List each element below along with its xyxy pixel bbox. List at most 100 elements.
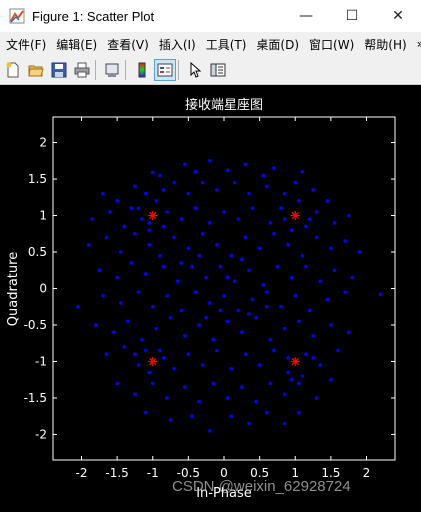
received-symbol-point — [250, 297, 255, 302]
received-symbol-point — [257, 246, 262, 251]
received-symbol-point — [357, 250, 362, 254]
received-symbol-point — [165, 396, 169, 400]
received-symbol-point — [101, 191, 105, 196]
received-symbol-point — [129, 261, 134, 265]
legend-icon[interactable] — [154, 59, 176, 81]
received-symbol-point — [186, 191, 191, 196]
received-symbol-point — [311, 356, 315, 360]
colorbar-icon[interactable] — [132, 60, 152, 80]
received-symbol-point — [165, 210, 169, 214]
window-titlebar: Figure 1: Scatter Plot — ☐ ✕ — [0, 0, 421, 32]
received-symbol-point — [232, 180, 237, 185]
received-symbol-point — [289, 275, 294, 280]
received-symbol-point — [126, 319, 130, 324]
menu-edit[interactable]: 编辑(E) — [50, 36, 101, 53]
x-tick-label: -1 — [147, 466, 159, 480]
received-symbol-point — [215, 242, 219, 247]
received-symbol-point — [282, 421, 287, 426]
received-symbol-point — [147, 221, 151, 225]
received-symbol-point — [286, 356, 290, 360]
received-symbol-point — [232, 279, 237, 284]
received-symbol-point — [193, 169, 198, 174]
received-symbol-point — [268, 221, 273, 225]
received-symbol-point — [225, 396, 230, 400]
y-tick-label: 1 — [39, 209, 47, 223]
minimize-button[interactable]: — — [283, 0, 329, 32]
received-symbol-point — [204, 275, 208, 280]
received-symbol-point — [247, 268, 251, 273]
received-symbol-point — [179, 261, 184, 265]
received-symbol-point — [261, 173, 265, 178]
received-symbol-point — [329, 246, 333, 251]
received-symbol-point — [311, 334, 315, 338]
menu-help[interactable]: 帮助(H) — [358, 36, 410, 53]
received-symbol-point — [350, 275, 355, 280]
print-icon[interactable] — [72, 60, 92, 80]
menu-view[interactable]: 查看(V) — [101, 36, 153, 53]
received-symbol-point — [268, 381, 273, 386]
menu-tools[interactable]: 工具(T) — [200, 36, 251, 53]
menu-window[interactable]: 窗口(W) — [303, 36, 358, 53]
received-symbol-point — [329, 323, 333, 327]
received-symbol-point — [346, 330, 351, 335]
pointer-icon[interactable] — [185, 60, 205, 80]
menu-bar: 文件(F) 编辑(E) 查看(V) 插入(I) 工具(T) 桌面(D) 窗口(W… — [0, 32, 421, 56]
received-symbol-point — [193, 290, 198, 294]
received-symbol-point — [207, 301, 212, 305]
received-symbol-point — [243, 352, 248, 356]
received-symbol-point — [275, 264, 280, 269]
received-symbol-point — [140, 217, 144, 221]
received-symbol-point — [243, 235, 248, 240]
received-symbol-point — [147, 228, 151, 232]
received-symbol-point — [286, 242, 290, 247]
x-tick-label: -1.5 — [105, 466, 128, 480]
received-symbol-point — [86, 242, 91, 247]
menu-desktop[interactable]: 桌面(D) — [250, 36, 303, 53]
received-symbol-point — [314, 235, 319, 240]
property-editor-icon[interactable] — [208, 60, 228, 80]
maximize-button[interactable]: ☐ — [329, 0, 375, 32]
reference-constellation-point — [148, 356, 158, 366]
received-symbol-point — [318, 279, 322, 284]
reference-constellation-point — [290, 211, 300, 221]
received-symbol-point — [307, 308, 312, 313]
received-symbol-point — [150, 304, 155, 309]
menu-overflow-icon[interactable]: » — [411, 37, 421, 51]
matlab-figure-icon — [9, 8, 25, 24]
received-symbol-point — [207, 429, 212, 433]
received-symbol-point — [225, 275, 230, 280]
received-symbol-point — [154, 199, 159, 203]
received-symbol-point — [297, 319, 301, 324]
close-icon: ✕ — [392, 8, 404, 24]
received-symbol-point — [218, 308, 223, 313]
menu-insert[interactable]: 插入(I) — [153, 36, 200, 53]
received-symbol-point — [261, 283, 265, 287]
received-symbol-point — [289, 228, 294, 232]
received-symbol-point — [168, 418, 173, 422]
received-symbol-point — [150, 381, 155, 386]
open-file-icon[interactable] — [26, 60, 46, 80]
received-symbol-point — [104, 352, 109, 356]
received-symbol-point — [264, 410, 269, 415]
received-symbol-point — [93, 323, 98, 327]
received-symbol-point — [311, 188, 315, 192]
received-symbol-point — [293, 293, 298, 298]
received-symbol-point — [101, 293, 105, 298]
received-symbol-point — [161, 224, 166, 229]
received-symbol-point — [325, 297, 330, 302]
menu-file[interactable]: 文件(F) — [0, 36, 50, 53]
minimize-icon: — — [299, 8, 313, 24]
link-icon[interactable] — [102, 60, 122, 80]
received-symbol-point — [158, 173, 162, 178]
received-symbol-point — [111, 330, 116, 335]
received-symbol-point — [186, 352, 191, 356]
window-title: Figure 1: Scatter Plot — [32, 8, 155, 24]
save-icon[interactable] — [49, 60, 69, 80]
received-symbol-point — [136, 363, 141, 367]
received-symbol-point — [343, 290, 347, 294]
new-figure-icon[interactable] — [3, 60, 23, 80]
y-tick-label: -0.5 — [24, 318, 47, 332]
received-symbol-point — [240, 257, 244, 262]
received-symbol-point — [115, 275, 119, 280]
close-button[interactable]: ✕ — [375, 0, 421, 32]
